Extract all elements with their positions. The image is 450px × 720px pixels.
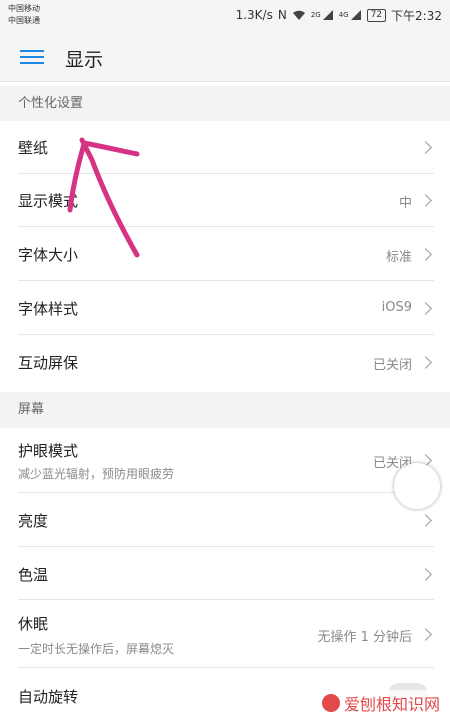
setting-display-mode-label: 显示模式 — [18, 192, 79, 210]
setting-color-temperature[interactable]: 色温 — [0, 547, 450, 600]
setting-display-mode[interactable]: 显示模式 中 — [0, 174, 450, 227]
setting-eye-comfort-label: 护眼模式 — [18, 442, 79, 460]
setting-brightness[interactable]: 亮度 — [0, 493, 450, 547]
chevron-right-icon — [419, 194, 432, 207]
setting-wallpaper-label: 壁纸 — [18, 139, 49, 157]
chevron-right-icon — [419, 356, 432, 369]
status-indicators: 1.3K/s N 2G 4G 72 下午2:32 — [236, 6, 442, 24]
chevron-right-icon — [419, 248, 432, 261]
wifi-icon — [292, 9, 306, 21]
setting-font-size-label: 字体大小 — [18, 246, 79, 264]
setting-font-style-label: 字体样式 — [18, 300, 79, 318]
setting-font-style[interactable]: 字体样式 iOS9 — [0, 281, 450, 335]
setting-color-temperature-label: 色温 — [18, 566, 49, 584]
setting-screensaver-value: 已关闭 — [372, 358, 412, 373]
signal-1-icon: 2G — [311, 9, 334, 21]
clock: 下午2:32 — [391, 8, 442, 23]
chevron-right-icon — [419, 628, 432, 641]
setting-eye-comfort[interactable]: 护眼模式 减少蓝光辐射，预防用眼疲劳 已关闭 — [0, 428, 450, 493]
chevron-right-icon — [419, 568, 432, 581]
section-header-screen: 屏幕 — [0, 392, 450, 428]
carrier-1-label: 中国移动 — [8, 4, 40, 13]
setting-sleep-value: 无操作 1 分钟后 — [317, 630, 412, 645]
app-bar: 显示 — [0, 32, 450, 82]
setting-screensaver[interactable]: 互动屏保 已关闭 — [0, 335, 450, 388]
setting-auto-rotate-label: 自动旋转 — [18, 688, 79, 706]
signal-2-icon: 4G — [339, 9, 362, 21]
network-speed: 1.3K/s — [235, 8, 273, 22]
battery-icon: 72 — [366, 8, 387, 22]
chevron-right-icon — [419, 141, 432, 154]
watermark-text: 爱刨根知识网 — [343, 695, 440, 714]
setting-sleep[interactable]: 休眠 一定时长无操作后，屏幕熄灭 无操作 1 分钟后 — [0, 600, 450, 668]
carrier-2-label: 中国联通 — [8, 16, 40, 25]
setting-display-mode-value: 中 — [398, 196, 412, 211]
setting-font-size[interactable]: 字体大小 标准 — [0, 227, 450, 281]
chevron-right-icon — [419, 514, 432, 527]
setting-screensaver-label: 互动屏保 — [18, 354, 79, 372]
setting-sleep-label: 休眠 — [18, 615, 49, 633]
chevron-right-icon — [419, 302, 432, 315]
setting-brightness-label: 亮度 — [18, 512, 49, 530]
watermark-logo-icon — [321, 694, 340, 712]
section-header-personalize: 个性化设置 — [0, 86, 450, 122]
nfc-icon: N — [277, 8, 287, 22]
setting-font-style-value: iOS9 — [381, 300, 412, 315]
setting-eye-comfort-subtitle: 减少蓝光辐射，预防用眼疲劳 — [18, 467, 175, 481]
setting-sleep-subtitle: 一定时长无操作后，屏幕熄灭 — [18, 642, 175, 656]
menu-icon[interactable] — [20, 46, 44, 66]
assistive-touch-button[interactable] — [394, 463, 440, 509]
setting-wallpaper[interactable]: 壁纸 — [0, 121, 450, 174]
carrier-info: 中国移动 中国联通 — [8, 3, 40, 27]
watermark: 爱刨根知识网 — [317, 690, 444, 716]
setting-font-size-value: 标准 — [385, 250, 412, 265]
status-bar: 中国移动 中国联通 1.3K/s N 2G 4G 72 下午2:32 — [0, 0, 450, 32]
page-title: 显示 — [65, 49, 104, 71]
